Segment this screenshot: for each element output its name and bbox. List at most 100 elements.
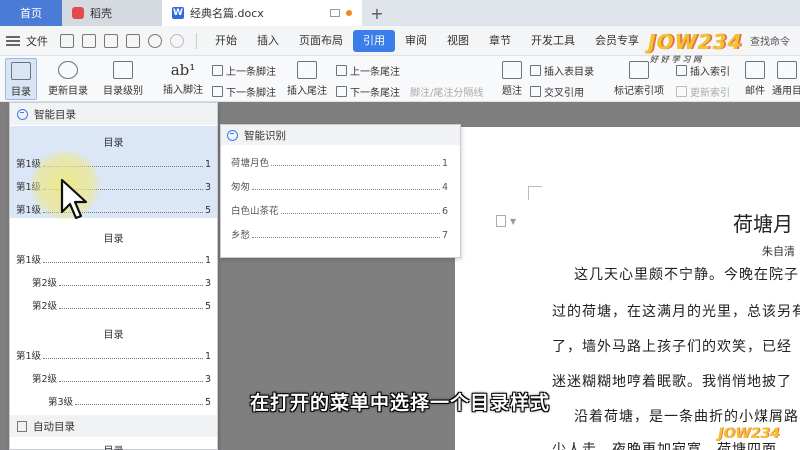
tab-section[interactable]: 章节	[479, 30, 521, 52]
tab-references[interactable]: 引用	[353, 29, 395, 52]
toc-row-label: 第1级	[16, 255, 42, 266]
toc-level-button[interactable]: 目录级别	[96, 61, 150, 97]
toc-template-title: 目录	[103, 138, 124, 149]
toc-row-page: 3	[204, 374, 211, 385]
tab-page-layout[interactable]: 页面布局	[289, 30, 353, 52]
mark-index-button[interactable]: 标记索引项	[612, 61, 666, 97]
tab-start[interactable]: 开始	[205, 30, 247, 52]
undo-icon[interactable]	[148, 33, 162, 48]
smart-identify-row[interactable]: 乡愁 7	[231, 227, 448, 241]
update-toc-button[interactable]: 更新目录	[46, 61, 90, 97]
smart-toc-label: 智能目录	[34, 108, 76, 121]
tab-developer[interactable]: 开发工具	[521, 30, 585, 52]
word-doc-icon: W	[172, 7, 184, 19]
smart-identify-row[interactable]: 白色山茶花 6	[231, 203, 448, 217]
general-dir-label: 通用目	[772, 86, 800, 97]
smart-identify-row-page: 6	[441, 206, 448, 217]
toc-row-page: 5	[204, 301, 211, 312]
tab-docer[interactable]: 稻壳	[62, 0, 162, 26]
tab-document-label: 经典名篇.docx	[190, 7, 264, 20]
monitor-icon[interactable]	[330, 9, 340, 17]
prev-footnote-icon	[212, 65, 223, 76]
print-preview-icon[interactable]	[126, 33, 140, 48]
update-index-icon	[676, 86, 687, 97]
update-toc-label: 更新目录	[48, 86, 88, 97]
insert-index-label: 插入索引	[690, 67, 730, 78]
smart-identify-row-label: 乡愁	[231, 230, 251, 241]
general-dir-button[interactable]: 通用目	[772, 61, 800, 97]
document-author: 朱自清	[762, 245, 795, 258]
next-endnote-label: 下一条尾注	[350, 88, 400, 99]
toc-row: 第1级 1	[16, 348, 211, 362]
auto-toc-icon	[17, 420, 27, 432]
smart-identify-panel: 智能识别 荷塘月色 1 匆匆 4 白色山茶花 6 乡愁 7	[220, 124, 461, 258]
tab-document[interactable]: W 经典名篇.docx	[162, 0, 362, 26]
insert-footnote-button[interactable]: ab¹ 插入脚注	[160, 61, 206, 96]
toc-template-title: 目录	[103, 330, 124, 341]
smart-identify-row-label: 匆匆	[231, 182, 251, 193]
mark-index-label: 标记索引项	[614, 86, 664, 97]
toc-level-icon	[113, 61, 133, 79]
document-line: 这几天心里颇不宁静。今晚在院子	[574, 267, 799, 283]
file-menu[interactable]: 文件	[26, 33, 48, 49]
hamburger-menu-icon[interactable]	[6, 35, 20, 46]
caption-icon	[502, 61, 522, 79]
insert-endnote-button[interactable]: 插入尾注	[284, 61, 330, 97]
tab-review[interactable]: 审阅	[395, 30, 437, 52]
new-tab-button[interactable]: +	[362, 0, 392, 26]
mark-index-icon	[629, 61, 649, 79]
auto-toc-label: 自动目录	[33, 420, 75, 433]
insert-table-of-figures-button[interactable]: 插入表目录	[530, 63, 594, 78]
redo-icon[interactable]	[170, 33, 184, 48]
chevron-down-icon[interactable]: ▼	[510, 217, 516, 226]
mail-button[interactable]: 邮件	[742, 61, 768, 97]
next-footnote-icon	[212, 86, 223, 97]
smart-identify-header: 智能识别	[221, 125, 460, 145]
tab-member[interactable]: 会员专享	[585, 30, 649, 52]
prev-endnote-button[interactable]: 上一条尾注	[336, 63, 400, 78]
paragraph-layout-icon[interactable]	[496, 215, 506, 227]
page-margin-marker	[528, 186, 542, 200]
smart-toc-icon	[17, 108, 28, 120]
smart-identify-row[interactable]: 匆匆 4	[231, 179, 448, 193]
tab-home[interactable]: 首页	[0, 0, 62, 26]
endnote-icon	[297, 61, 317, 79]
auto-toc-template-title[interactable]: 目录	[10, 442, 217, 450]
note-separator-button[interactable]: 脚注/尾注分隔线	[410, 84, 483, 99]
toc-icon	[11, 62, 31, 80]
caption-label: 题注	[502, 86, 522, 97]
toc-row-page: 3	[204, 278, 211, 289]
toc-row: 第2级 3	[32, 371, 211, 385]
note-separator-label: 脚注/尾注分隔线	[410, 88, 484, 99]
save-icon[interactable]	[82, 33, 96, 48]
cross-reference-button[interactable]: 交叉引用	[530, 84, 584, 99]
toc-row: 第1级 1	[16, 252, 211, 266]
smart-identify-icon	[227, 129, 238, 141]
toc-button[interactable]: 目录	[5, 58, 37, 100]
smart-identify-row[interactable]: 荷塘月色 1	[231, 155, 448, 169]
toc-row: 第2级 5	[32, 298, 211, 312]
prev-footnote-label: 上一条脚注	[226, 67, 276, 78]
print-icon[interactable]	[104, 33, 118, 48]
smart-identify-row-label: 白色山茶花	[231, 206, 279, 217]
watermark-slogan: 好 好 学 习 网	[650, 55, 702, 64]
search-command[interactable]: 查找命令	[750, 33, 790, 48]
tab-docer-label: 稻壳	[90, 7, 112, 20]
watermark-logo: JOW234	[648, 30, 743, 54]
smart-identify-row-page: 1	[441, 158, 448, 169]
toc-row: 第2级 3	[32, 275, 211, 289]
insert-index-button[interactable]: 插入索引	[676, 63, 730, 78]
general-dir-icon	[777, 61, 797, 79]
smart-identify-row-page: 4	[441, 182, 448, 193]
insert-footnote-label: 插入脚注	[163, 85, 203, 96]
prev-footnote-button[interactable]: 上一条脚注	[212, 63, 276, 78]
tab-insert[interactable]: 插入	[247, 30, 289, 52]
next-endnote-button[interactable]: 下一条尾注	[336, 84, 400, 99]
toc-template-2[interactable]: 目录 第1级 1 第2级 3 第2级 5	[10, 221, 217, 315]
next-footnote-button[interactable]: 下一条脚注	[212, 84, 276, 99]
caption-button[interactable]: 题注	[498, 61, 526, 97]
toc-row-page: 3	[204, 182, 211, 193]
update-index-button[interactable]: 更新索引	[676, 84, 730, 99]
tab-view[interactable]: 视图	[437, 30, 479, 52]
open-file-icon[interactable]	[60, 33, 74, 48]
